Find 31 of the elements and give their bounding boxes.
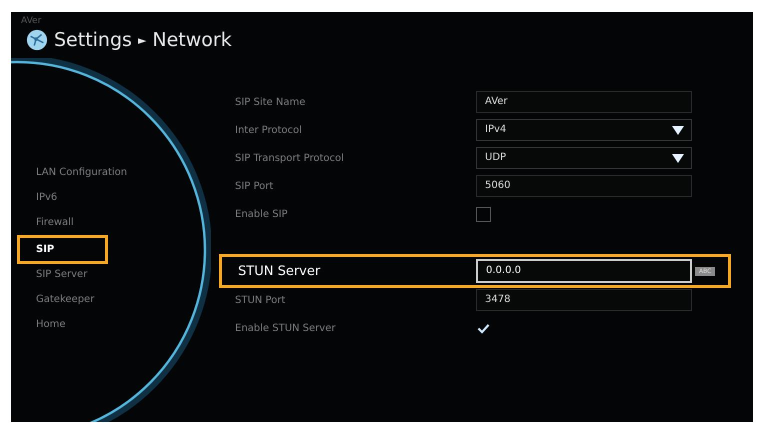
sidebar-item[interactable]: Gatekeeper	[19, 287, 106, 312]
network-globe-icon	[26, 29, 48, 51]
field-label: SIP Site Name	[234, 96, 306, 108]
input-field[interactable]: 3478	[476, 289, 692, 311]
sidebar-item[interactable]: IPv6	[19, 185, 106, 210]
caret-icon	[672, 154, 684, 162]
page-title: Settings	[54, 28, 132, 53]
sidebar-item[interactable]: LAN Configuration	[19, 160, 128, 185]
logo-text: AVer	[21, 15, 42, 27]
sidebar-item[interactable]: Home	[19, 312, 106, 337]
field-label: Enable STUN Server	[234, 322, 336, 334]
caret-icon	[672, 126, 684, 134]
field-label: STUN Port	[234, 294, 286, 306]
checkbox[interactable]	[476, 206, 491, 222]
input-field[interactable]: AVer	[476, 91, 692, 113]
field-label: SIP Transport Protocol	[234, 152, 345, 164]
breadcrumb-arrow: ►	[138, 34, 146, 46]
sidebar-item[interactable]: Firewall	[19, 210, 106, 235]
field-label: SIP Port	[234, 180, 274, 192]
input-field[interactable]: 5060	[476, 175, 692, 197]
field-label: Inter Protocol	[234, 124, 303, 136]
dropdown-value: UDP	[485, 151, 506, 165]
page-subtitle: Network	[152, 28, 232, 53]
sidebar-item[interactable]: SIP Server	[19, 262, 106, 287]
input-field[interactable]: 0.0.0.0	[476, 259, 692, 283]
field-label: STUN Server	[237, 264, 322, 278]
dropdown[interactable]: IPv4	[476, 119, 692, 141]
dropdown[interactable]: UDP	[476, 147, 692, 169]
sidebar-item[interactable]: SIP	[19, 237, 106, 262]
dropdown-value: IPv4	[485, 123, 506, 137]
field-label: Enable SIP	[234, 208, 289, 220]
